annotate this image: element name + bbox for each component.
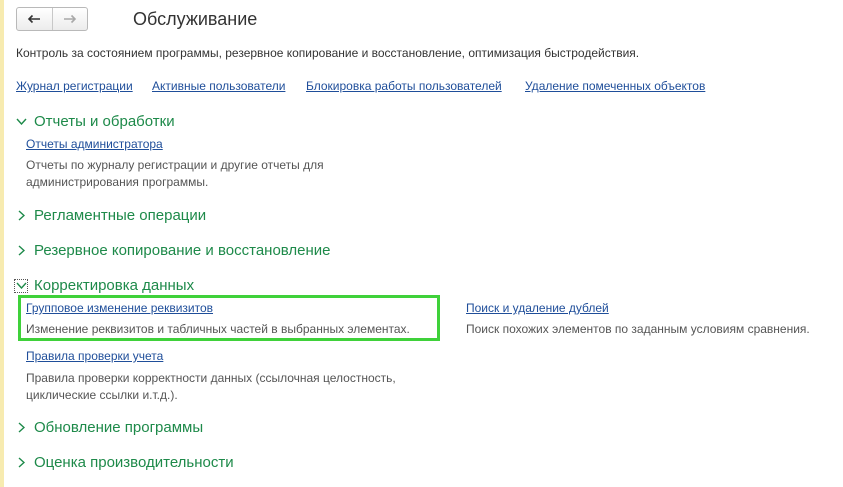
section-performance-header[interactable]: Оценка производительности [14, 454, 234, 471]
check-rules-desc-line1: Правила проверки корректности данных (сс… [26, 371, 396, 385]
section-update-header[interactable]: Обновление программы [14, 419, 203, 436]
link-active-users[interactable]: Активные пользователи [152, 79, 285, 93]
check-rules-desc-line2: циклические ссылки и.т.д.). [26, 388, 178, 402]
section-performance-title: Оценка производительности [34, 454, 234, 471]
find-duplicates-description: Поиск похожих элементов по заданным усло… [466, 322, 810, 336]
link-group-edit-attributes[interactable]: Групповое изменение реквизитов [26, 301, 213, 315]
admin-reports-desc-line1: Отчеты по журналу регистрации и другие о… [26, 158, 324, 172]
link-admin-reports[interactable]: Отчеты администратора [26, 137, 163, 151]
chevron-right-icon [14, 244, 28, 258]
section-routine-title: Регламентные операции [34, 207, 207, 224]
page-title: Обслуживание [133, 9, 258, 29]
chevron-down-icon [14, 278, 28, 293]
link-find-duplicates[interactable]: Поиск и удаление дублей [466, 301, 609, 315]
page-description: Контроль за состоянием программы, резерв… [16, 46, 640, 60]
left-panel-strip [0, 0, 4, 487]
chevron-down-icon [14, 115, 28, 129]
chevron-right-icon [14, 456, 28, 470]
back-button[interactable] [17, 8, 52, 30]
section-backup-title: Резервное копирование и восстановление [34, 242, 331, 259]
chevron-right-icon [14, 209, 28, 223]
check-rules-description: Правила проверки корректности данных (сс… [26, 370, 396, 404]
navigation-buttons [16, 7, 88, 31]
chevron-right-icon [14, 421, 28, 435]
admin-reports-description: Отчеты по журналу регистрации и другие о… [26, 157, 324, 191]
arrow-right-icon [63, 14, 76, 24]
section-data-correction-title: Корректировка данных [34, 277, 195, 294]
group-edit-description: Изменение реквизитов и табличных частей … [26, 322, 410, 336]
section-data-correction-header[interactable]: Корректировка данных [14, 277, 194, 294]
forward-button[interactable] [51, 8, 88, 30]
link-accounting-check-rules[interactable]: Правила проверки учета [26, 349, 163, 363]
section-reports-title: Отчеты и обработки [34, 113, 175, 130]
admin-reports-desc-line2: администрирования программы. [26, 175, 209, 189]
link-block-users[interactable]: Блокировка работы пользователей [306, 79, 502, 93]
section-backup-header[interactable]: Резервное копирование и восстановление [14, 242, 331, 259]
section-reports-header[interactable]: Отчеты и обработки [14, 113, 175, 130]
section-routine-header[interactable]: Регламентные операции [14, 207, 206, 224]
link-event-log[interactable]: Журнал регистрации [16, 79, 133, 93]
arrow-left-icon [28, 14, 41, 24]
section-update-title: Обновление программы [34, 419, 204, 436]
link-delete-marked[interactable]: Удаление помеченных объектов [525, 79, 705, 93]
